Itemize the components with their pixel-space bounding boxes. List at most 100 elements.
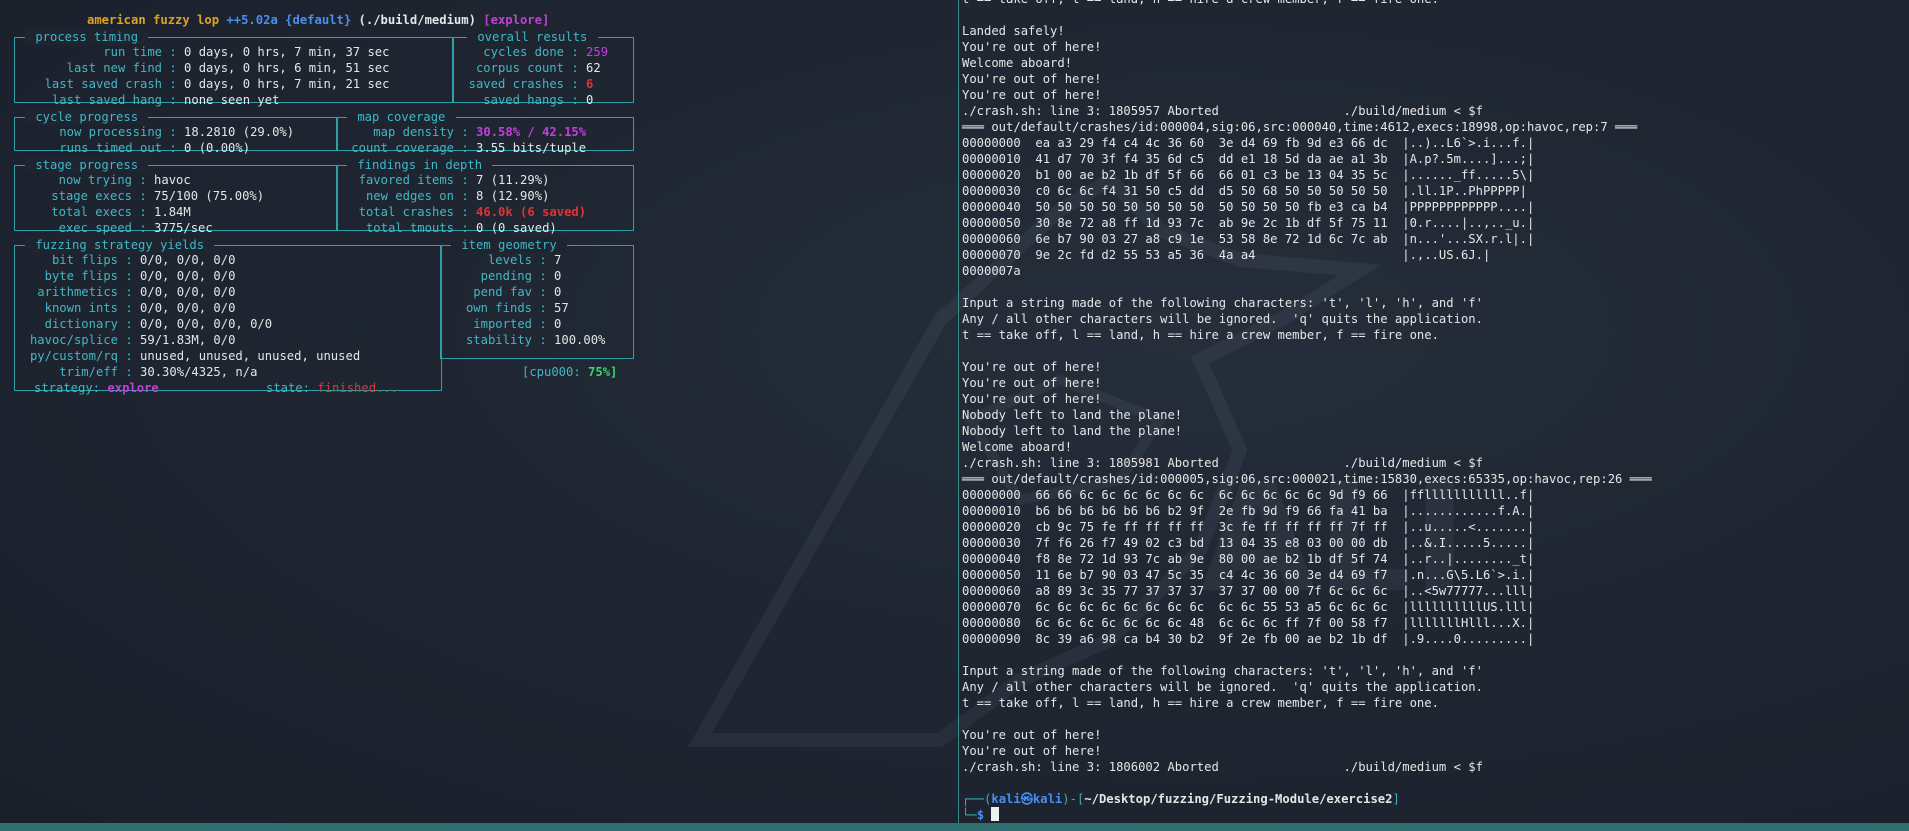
terminal-line: 0000007a xyxy=(962,264,1021,278)
terminal-line: ═══ out/default/crashes/id:000004,sig:06… xyxy=(962,120,1638,134)
terminal-line: You're out of here! xyxy=(962,40,1102,54)
terminal-line: 00000020 b1 00 ae b2 1b df 5f 66 66 01 c… xyxy=(962,168,1535,182)
afl-group: {default} xyxy=(285,13,352,27)
terminal-line: 00000020 cb 9c 75 fe ff ff ff ff 3c fe f… xyxy=(962,520,1535,534)
terminal-line: 00000010 b6 b6 b6 b6 b6 b6 b2 9f 2e fb 9… xyxy=(962,504,1535,518)
terminal-pane[interactable]: t == take off, l == land, h == hire a cr… xyxy=(962,0,1907,823)
overall-results-title: overall results xyxy=(467,29,598,45)
sy-arithmetics: arithmetics : 0/0, 0/0, 0/0 xyxy=(37,285,236,299)
fd-new-edges: new edges on : 8 (12.90%) xyxy=(365,189,550,203)
sp-total-execs: total execs : 1.84M xyxy=(51,205,191,219)
item-geometry-title: item geometry xyxy=(451,237,568,253)
terminal-line: Input a string made of the following cha… xyxy=(962,296,1483,310)
terminal-line: Any / all other characters will be ignor… xyxy=(962,312,1483,326)
strategy-footer: strategy: explore xyxy=(34,381,159,395)
cp-runs-timed-out: runs timed out : 0 (0.00%) xyxy=(59,141,251,155)
ig-pend-fav: pend fav : 0 xyxy=(473,285,562,299)
terminal-line: You're out of here! xyxy=(962,728,1102,742)
ig-imported: imported : 0 xyxy=(473,317,562,331)
prompt-at: ㉿ xyxy=(1020,792,1033,806)
terminal-line: ═══ out/default/crashes/id:000005,sig:06… xyxy=(962,472,1652,486)
terminal-line: t == take off, l == land, h == hire a cr… xyxy=(962,328,1439,342)
terminal-line: 00000000 66 66 6c 6c 6c 6c 6c 6c 6c 6c 6… xyxy=(962,488,1535,502)
terminal-line: 00000060 6e b7 90 03 27 a8 c9 1e 53 58 8… xyxy=(962,232,1535,246)
terminal-line: Nobody left to land the plane! xyxy=(962,408,1183,422)
terminal-line: 00000040 50 50 50 50 50 50 50 50 50 50 5… xyxy=(962,200,1535,214)
or-corpus-count: corpus count : 62 xyxy=(475,61,601,75)
afl-status-pane[interactable]: american fuzzy lop ++5.02a {default} (./… xyxy=(0,0,956,823)
afl-mode: [explore] xyxy=(483,13,550,27)
sy-dictionary: dictionary : 0/0, 0/0, 0/0, 0/0 xyxy=(44,317,273,331)
terminal-line: You're out of here! xyxy=(962,392,1102,406)
afl-app-name: american fuzzy lop xyxy=(87,13,220,27)
mc-map-density: map density : 30.58% / 42.15% xyxy=(373,125,587,139)
strategy-yields-title: fuzzing strategy yields xyxy=(25,237,215,253)
prompt-end: ] xyxy=(1392,792,1400,806)
terminal-line: You're out of here! xyxy=(962,72,1102,86)
pt-run-time: run time : 0 days, 0 hrs, 7 min, 37 sec xyxy=(103,45,390,59)
cp-now-processing: now processing : 18.2810 (29.0%) xyxy=(59,125,295,139)
state-footer: state: finished... xyxy=(266,381,399,395)
pt-last-saved-hang: last saved hang : none seen yet xyxy=(51,93,280,107)
mc-count-coverage: count coverage : 3.55 bits/tuple xyxy=(351,141,587,155)
or-cycles-done: cycles done : 259 xyxy=(483,45,609,59)
shell-input-line[interactable]: └─$ xyxy=(962,807,1652,823)
prompt-symbol: $ xyxy=(976,808,985,822)
sp-exec-speed: exec speed : 3775/sec xyxy=(58,221,213,235)
terminal-line: 00000070 6c 6c 6c 6c 6c 6c 6c 6c 6c 6c 5… xyxy=(962,600,1535,614)
prompt-prefix: ┌──( xyxy=(962,792,992,806)
terminal-line: Nobody left to land the plane! xyxy=(962,424,1183,438)
terminal-output: t == take off, l == land, h == hire a cr… xyxy=(962,0,1652,823)
sy-known-ints: known ints : 0/0, 0/0, 0/0 xyxy=(44,301,236,315)
cpu-indicator: [cpu000: 75%] xyxy=(522,365,618,379)
afl-title-bar: american fuzzy lop ++5.02a {default} (./… xyxy=(87,12,549,28)
pt-last-saved-crash: last saved crash : 0 days, 0 hrs, 7 min,… xyxy=(44,77,390,91)
terminal-cursor[interactable] xyxy=(991,807,1000,821)
terminal-line: 00000010 41 d7 70 3f f4 35 6d c5 dd e1 1… xyxy=(962,152,1535,166)
findings-title: findings in depth xyxy=(347,157,493,173)
prompt-user: kali xyxy=(991,792,1021,806)
terminal-line: You're out of here! xyxy=(962,88,1102,102)
terminal-line: 00000090 8c 39 a6 98 ca b4 30 b2 9f 2e f… xyxy=(962,632,1535,646)
fd-favored-items: favored items : 7 (11.29%) xyxy=(358,173,550,187)
status-bar xyxy=(0,823,1909,831)
pt-last-new-find: last new find : 0 days, 0 hrs, 6 min, 51… xyxy=(66,61,390,75)
terminal-line: 00000030 7f f6 26 f7 49 02 c3 bd 13 04 3… xyxy=(962,536,1535,550)
prompt-second-prefix: └─ xyxy=(962,808,977,822)
sy-byte-flips: byte flips : 0/0, 0/0, 0/0 xyxy=(44,269,236,283)
terminal-line: Any / all other characters will be ignor… xyxy=(962,680,1483,694)
fd-total-tmouts: total tmouts : 0 (0 saved) xyxy=(365,221,557,235)
sy-havoc-splice: havoc/splice : 59/1.83M, 0/0 xyxy=(29,333,236,347)
cycle-progress-title: cycle progress xyxy=(25,109,149,125)
terminal-line: t == take off, l == land, h == hire a cr… xyxy=(962,696,1439,710)
sy-py-custom-rq: py/custom/rq : unused, unused, unused, u… xyxy=(29,349,361,363)
map-coverage-title: map coverage xyxy=(347,109,456,125)
fd-total-crashes: total crashes : 46.0k (6 saved) xyxy=(358,205,587,219)
terminal-line: Welcome aboard! xyxy=(962,56,1073,70)
terminal-line: Welcome aboard! xyxy=(962,440,1073,454)
terminal-line: 00000030 c0 6c 6c f4 31 50 c5 dd d5 50 6… xyxy=(962,184,1527,198)
terminal-line: Landed safely! xyxy=(962,24,1065,38)
ig-stability: stability : 100.00% xyxy=(465,333,606,347)
or-saved-hangs: saved hangs : 0 xyxy=(483,93,594,107)
pane-divider[interactable] xyxy=(958,0,959,823)
sp-now-trying: now trying : havoc xyxy=(58,173,191,187)
terminal-line: You're out of here! xyxy=(962,376,1102,390)
terminal-line: 00000070 9e 2c fd d2 55 53 a5 36 4a a4 |… xyxy=(962,248,1491,262)
process-timing-title: process timing xyxy=(25,29,149,45)
ig-pending: pending : 0 xyxy=(480,269,562,283)
sp-stage-execs: stage execs : 75/100 (75.00%) xyxy=(51,189,265,203)
terminal-line: 00000060 a8 89 3c 35 77 37 37 37 37 37 0… xyxy=(962,584,1535,598)
afl-version: ++5.02a xyxy=(226,13,278,27)
terminal-line: You're out of here! xyxy=(962,744,1102,758)
terminal-line: 00000040 f8 8e 72 1d 93 7c ab 9e 80 00 a… xyxy=(962,552,1535,566)
shell-prompt: ┌──(kali㉿kali)-[~/Desktop/fuzzing/Fuzzin… xyxy=(962,791,1652,807)
terminal-line: 00000050 11 6e b7 90 03 47 5c 35 c4 4c 3… xyxy=(962,568,1535,582)
terminal-line: You're out of here! xyxy=(962,360,1102,374)
terminal-line: t == take off, l == land, h == hire a cr… xyxy=(962,0,1652,7)
prompt-path: ~/Desktop/fuzzing/Fuzzing-Module/exercis… xyxy=(1084,792,1393,806)
